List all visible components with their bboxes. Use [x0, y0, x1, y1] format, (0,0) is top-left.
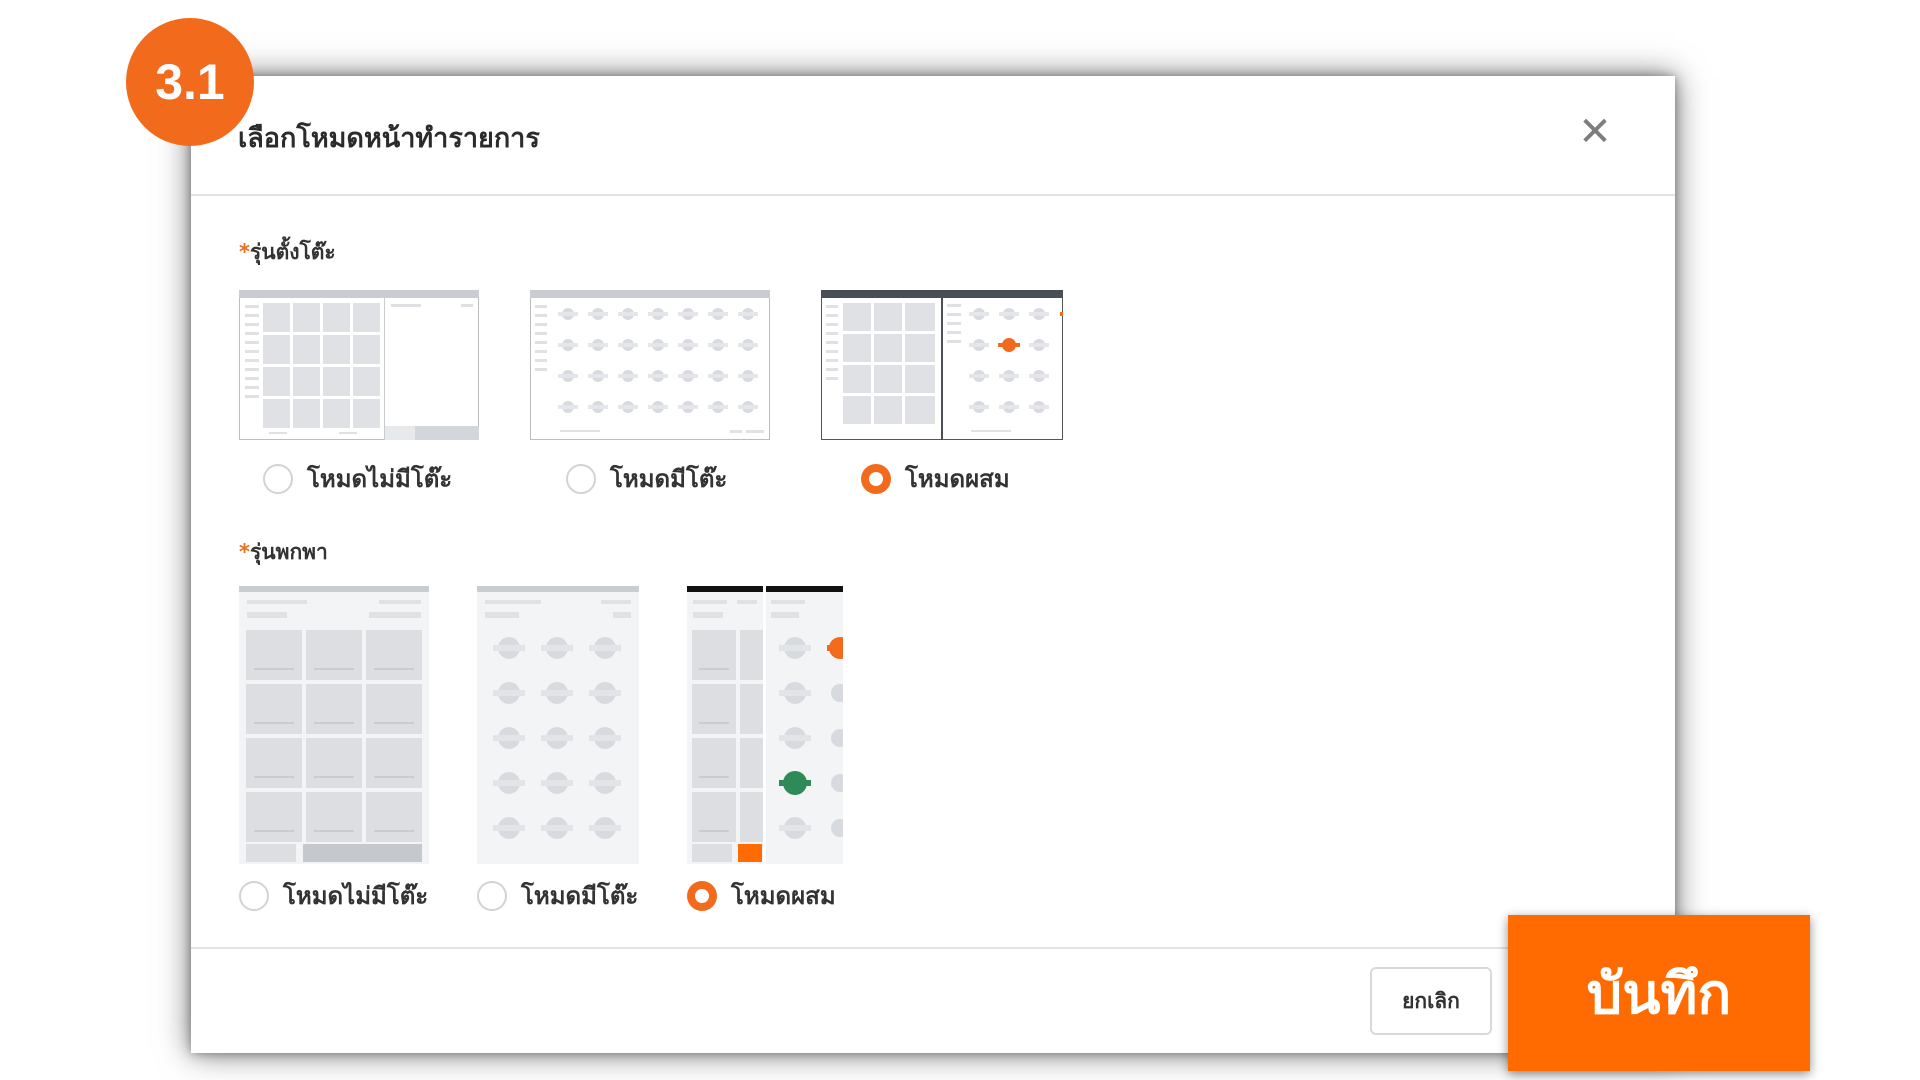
- required-asterisk: *: [239, 240, 250, 264]
- option-label: โหมดมีโต๊ะ: [610, 465, 728, 493]
- radio-option-desktop-with-table[interactable]: โหมดมีโต๊ะ: [566, 459, 727, 498]
- radio-button[interactable]: [239, 880, 269, 911]
- radio-button-selected[interactable]: [687, 880, 717, 911]
- close-icon[interactable]: ✕: [1573, 110, 1617, 154]
- cancel-button[interactable]: ยกเลิก: [1370, 967, 1492, 1035]
- radio-option-desktop-mixed[interactable]: โหมดผสม: [861, 459, 1010, 498]
- option-label: โหมดผสม: [731, 882, 836, 910]
- option-label: โหมดผสม: [905, 465, 1010, 493]
- preview-mobile-with-table: [477, 586, 639, 864]
- radio-option-mobile-with-table[interactable]: โหมดมีโต๊ะ: [477, 876, 638, 915]
- footer-divider: [191, 947, 1675, 949]
- dialog-title: เลือกโหมดหน้าทำรายการ: [238, 123, 540, 154]
- thumb-desktop-mixed[interactable]: [821, 290, 1063, 440]
- thumb-mobile-mixed[interactable]: [687, 586, 843, 864]
- mode-select-dialog: เลือกโหมดหน้าทำรายการ ✕ *รุ่นตั้งโต๊ะ โห…: [191, 76, 1675, 1053]
- required-asterisk: *: [239, 540, 250, 564]
- radio-button[interactable]: [263, 463, 293, 494]
- radio-button[interactable]: [566, 463, 596, 494]
- header-divider: [191, 194, 1675, 196]
- thumb-desktop-no-table[interactable]: [239, 290, 479, 440]
- save-button[interactable]: บันทึก: [1508, 915, 1810, 1071]
- thumb-mobile-with-table[interactable]: [477, 586, 639, 864]
- step-badge: 3.1: [126, 18, 254, 146]
- radio-button-selected[interactable]: [861, 463, 891, 494]
- preview-mobile-no-table: [239, 586, 429, 864]
- radio-button[interactable]: [477, 880, 507, 911]
- thumb-mobile-no-table[interactable]: [239, 586, 429, 864]
- section-label-mobile: *รุ่นพกพา: [239, 536, 328, 569]
- option-label: โหมดไม่มีโต๊ะ: [283, 882, 429, 910]
- preview-desktop-with-table: [530, 290, 770, 440]
- section-label-mobile-text: รุ่นพกพา: [249, 540, 328, 564]
- section-label-desktop-text: รุ่นตั้งโต๊ะ: [249, 240, 336, 264]
- thumb-desktop-with-table[interactable]: [530, 290, 770, 440]
- preview-desktop-no-table: [239, 290, 479, 440]
- option-label: โหมดไม่มีโต๊ะ: [307, 465, 453, 493]
- option-label: โหมดมีโต๊ะ: [521, 882, 639, 910]
- radio-option-mobile-mixed[interactable]: โหมดผสม: [687, 876, 836, 915]
- preview-desktop-mixed: [821, 290, 1063, 440]
- radio-option-mobile-no-table[interactable]: โหมดไม่มีโต๊ะ: [239, 876, 428, 915]
- radio-option-desktop-no-table[interactable]: โหมดไม่มีโต๊ะ: [263, 459, 452, 498]
- section-label-desktop: *รุ่นตั้งโต๊ะ: [239, 236, 336, 269]
- preview-mobile-mixed: [687, 586, 843, 864]
